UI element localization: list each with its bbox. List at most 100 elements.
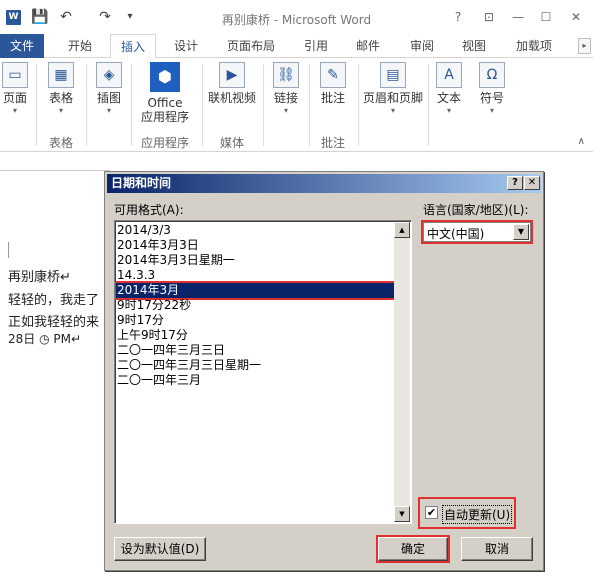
list-item[interactable]: 二〇一四年三月三日星期一 bbox=[116, 358, 394, 373]
pages-button[interactable]: ▭ 页面 ▾ bbox=[0, 62, 30, 116]
group-separator bbox=[131, 64, 132, 146]
list-item[interactable]: 二〇一四年三月三日 bbox=[116, 343, 394, 358]
group-label-media: 媒体 bbox=[219, 136, 244, 150]
tab-page-layout[interactable]: 页面布局 bbox=[218, 34, 284, 58]
ok-button[interactable]: 确定 bbox=[376, 535, 450, 563]
group-separator bbox=[86, 64, 87, 146]
list-item[interactable]: 2014年3月3日 bbox=[116, 238, 394, 253]
group-separator bbox=[36, 64, 37, 146]
language-select[interactable]: 中文(中国) ▼ bbox=[421, 220, 533, 244]
office-apps-label2: 应用程序 bbox=[140, 110, 189, 124]
ribbon-insert: ▭ 页面 ▾ ▦ 表格 ▾ 表格 ◈ 插图 ▾ ⬢ Office 应用程序 应用… bbox=[0, 58, 593, 152]
list-item[interactable]: 14.3.3 bbox=[116, 268, 394, 283]
comment-button[interactable]: ✎ 批注 bbox=[314, 62, 352, 106]
text-cursor bbox=[8, 242, 9, 258]
chevron-down-icon: ▾ bbox=[489, 106, 494, 115]
symbols-button[interactable]: Ω 符号 ▾ bbox=[474, 62, 510, 116]
list-item-selected[interactable]: 2014年3月 bbox=[115, 281, 396, 300]
list-item[interactable]: 9时17分22秒 bbox=[116, 298, 394, 313]
collapse-ribbon-icon[interactable]: ∧ bbox=[578, 136, 585, 147]
text-button[interactable]: A 文本 ▾ bbox=[432, 62, 466, 116]
dialog-help-button[interactable]: ? bbox=[507, 176, 523, 190]
checkbox-check-icon[interactable]: ✔ bbox=[425, 506, 438, 519]
group-separator bbox=[309, 64, 310, 146]
chevron-down-icon: ▾ bbox=[12, 106, 17, 115]
link-icon: ⛓ bbox=[273, 62, 299, 88]
date-time-dialog: 日期和时间 ? ✕ 可用格式(A): 语言(国家/地区)(L): 2014/3/… bbox=[104, 171, 544, 571]
dialog-close-button[interactable]: ✕ bbox=[524, 176, 540, 190]
chevron-down-icon: ▾ bbox=[58, 106, 63, 115]
title-bar: W 💾 ↶ ↷ ▾ 再别康桥 - Microsoft Word ? ⊡ — ☐ … bbox=[0, 0, 593, 34]
chevron-down-icon: ▾ bbox=[390, 106, 395, 115]
office-apps-button[interactable]: ⬢ Office 应用程序 bbox=[134, 62, 196, 124]
doc-line: 轻轻的，我走了 bbox=[8, 293, 100, 308]
chevron-down-icon: ▾ bbox=[446, 106, 451, 115]
links-button[interactable]: ⛓ 链接 ▾ bbox=[268, 62, 304, 116]
illustrations-label: 插图 bbox=[96, 91, 121, 105]
header-footer-icon: ▤ bbox=[380, 62, 406, 88]
help-icon[interactable]: ? bbox=[449, 9, 467, 25]
links-label: 链接 bbox=[273, 91, 298, 105]
online-video-label: 联机视频 bbox=[207, 91, 256, 105]
text-label: 文本 bbox=[436, 91, 461, 105]
list-item[interactable]: 2014/3/3 bbox=[116, 223, 394, 238]
group-label-tables: 表格 bbox=[48, 136, 73, 150]
page-edge bbox=[0, 170, 110, 171]
language-label: 语言(国家/地区)(L): bbox=[423, 203, 529, 217]
office-apps-icon: ⬢ bbox=[150, 62, 180, 92]
header-footer-label: 页眉和页脚 bbox=[362, 91, 423, 105]
omega-icon: Ω bbox=[479, 62, 505, 88]
list-item[interactable]: 二〇一四年三月 bbox=[116, 373, 394, 388]
table-icon: ▦ bbox=[48, 62, 74, 88]
set-default-button[interactable]: 设为默认值(D) bbox=[114, 537, 206, 561]
tab-mailings[interactable]: 邮件 bbox=[346, 34, 390, 58]
illustrations-button[interactable]: ◈ 插图 ▾ bbox=[92, 62, 126, 116]
minimize-button[interactable]: — bbox=[509, 9, 527, 25]
tab-references[interactable]: 引用 bbox=[294, 34, 338, 58]
header-footer-button[interactable]: ▤ 页眉和页脚 ▾ bbox=[362, 62, 424, 116]
table-button[interactable]: ▦ 表格 ▾ bbox=[42, 62, 80, 116]
maximize-button[interactable]: ☐ bbox=[537, 9, 555, 25]
ribbon-display-options-icon[interactable]: ⊡ bbox=[480, 9, 498, 25]
group-separator bbox=[263, 64, 264, 146]
tab-review[interactable]: 审阅 bbox=[400, 34, 444, 58]
auto-update-checkbox[interactable]: ✔ 自动更新(U) bbox=[418, 497, 516, 529]
cancel-button[interactable]: 取消 bbox=[461, 537, 533, 561]
doc-line: 28日 ◷ PM↵ bbox=[8, 332, 82, 346]
comment-label: 批注 bbox=[320, 91, 345, 105]
tab-view[interactable]: 视图 bbox=[452, 34, 496, 58]
table-label: 表格 bbox=[48, 91, 73, 105]
tab-home[interactable]: 开始 bbox=[58, 34, 102, 58]
close-button[interactable]: ✕ bbox=[567, 9, 585, 25]
symbols-label: 符号 bbox=[479, 91, 504, 105]
pages-icon: ▭ bbox=[2, 62, 28, 88]
scroll-up-icon[interactable]: ▲ bbox=[394, 222, 410, 238]
tab-design[interactable]: 设计 bbox=[164, 34, 208, 58]
tab-file[interactable]: 文件 bbox=[0, 34, 44, 58]
ribbon-tab-bar: 文件 开始 插入 设计 页面布局 引用 邮件 审阅 视图 加载项 ▸ bbox=[0, 34, 593, 59]
window-title: 再别康桥 - Microsoft Word bbox=[221, 13, 372, 27]
dialog-title-text: 日期和时间 bbox=[111, 176, 172, 190]
chevron-down-icon: ▾ bbox=[106, 106, 111, 115]
language-value: 中文(中国) bbox=[427, 227, 485, 241]
text-icon: A bbox=[436, 62, 462, 88]
auto-update-label[interactable]: 自动更新(U) bbox=[442, 505, 513, 524]
list-item[interactable]: 9时17分 bbox=[116, 313, 394, 328]
group-separator bbox=[358, 64, 359, 146]
formats-listbox[interactable]: 2014/3/3 2014年3月3日 2014年3月3日星期一 14.3.3 2… bbox=[114, 220, 412, 524]
scroll-down-icon[interactable]: ▼ bbox=[394, 506, 410, 522]
list-item[interactable]: 上午9时17分 bbox=[116, 328, 394, 343]
list-item[interactable]: 2014年3月3日星期一 bbox=[116, 253, 394, 268]
tab-scroll-right-icon[interactable]: ▸ bbox=[578, 38, 591, 54]
doc-line: 再别康桥↵ bbox=[8, 270, 71, 285]
formats-scrollbar[interactable]: ▲ ▼ bbox=[394, 222, 410, 522]
tab-addins[interactable]: 加载项 bbox=[506, 34, 562, 58]
dialog-title: 日期和时间 bbox=[107, 174, 541, 193]
chevron-down-icon[interactable]: ▼ bbox=[513, 224, 529, 240]
online-video-button[interactable]: ▶ 联机视频 bbox=[206, 62, 258, 106]
tab-insert[interactable]: 插入 bbox=[110, 34, 156, 59]
comment-icon: ✎ bbox=[320, 62, 346, 88]
doc-line: 正如我轻轻的来 bbox=[8, 315, 100, 330]
pages-label: 页面 bbox=[2, 91, 27, 105]
chevron-down-icon: ▾ bbox=[283, 106, 288, 115]
